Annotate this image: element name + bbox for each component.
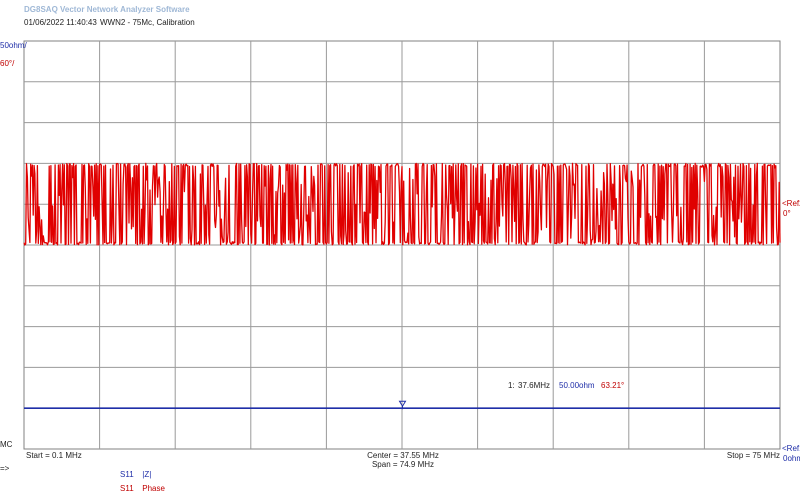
- legend-item-phase[interactable]: S11 Phase: [120, 484, 165, 493]
- left-bottom-label: MC: [0, 440, 13, 449]
- measurement-datetime: 01/06/2022 11:40:43: [24, 18, 97, 27]
- marker-magnitude: 50.00ohm: [559, 381, 595, 390]
- app-title: DG8SAQ Vector Network Analyzer Software: [24, 5, 190, 14]
- phase-reference-value: 0°: [783, 209, 791, 218]
- span-frequency-label: Span = 74.9 MHz: [371, 460, 435, 469]
- arrow-indicator: =>: [0, 464, 10, 473]
- vna-plot: [23, 40, 781, 450]
- legend-name: |Z|: [142, 470, 152, 479]
- phase-reference-label: <Ref2: [782, 199, 800, 208]
- measurement-description: WWN2 - 75Mc, Calibration: [100, 18, 195, 27]
- magnitude-reference-label: <Ref1: [782, 444, 800, 453]
- marker-frequency: 37.6MHz: [518, 381, 551, 390]
- start-frequency-label: Start = 0.1 MHz: [26, 451, 82, 460]
- stop-frequency-label: Stop = 75 MHz: [726, 451, 780, 460]
- magnitude-scale-label: 50ohm/: [0, 41, 27, 50]
- phase-scale-label: 60°/: [0, 59, 15, 68]
- marker-phase: 63.21°: [601, 381, 625, 390]
- legend-parameter: S11: [120, 484, 134, 493]
- legend-parameter: S11: [120, 470, 134, 479]
- legend-item-magnitude[interactable]: S11 |Z|: [120, 470, 151, 479]
- marker-index: 1:: [508, 381, 515, 390]
- magnitude-reference-value: 0ohm: [783, 454, 800, 463]
- legend-name: Phase: [142, 484, 165, 493]
